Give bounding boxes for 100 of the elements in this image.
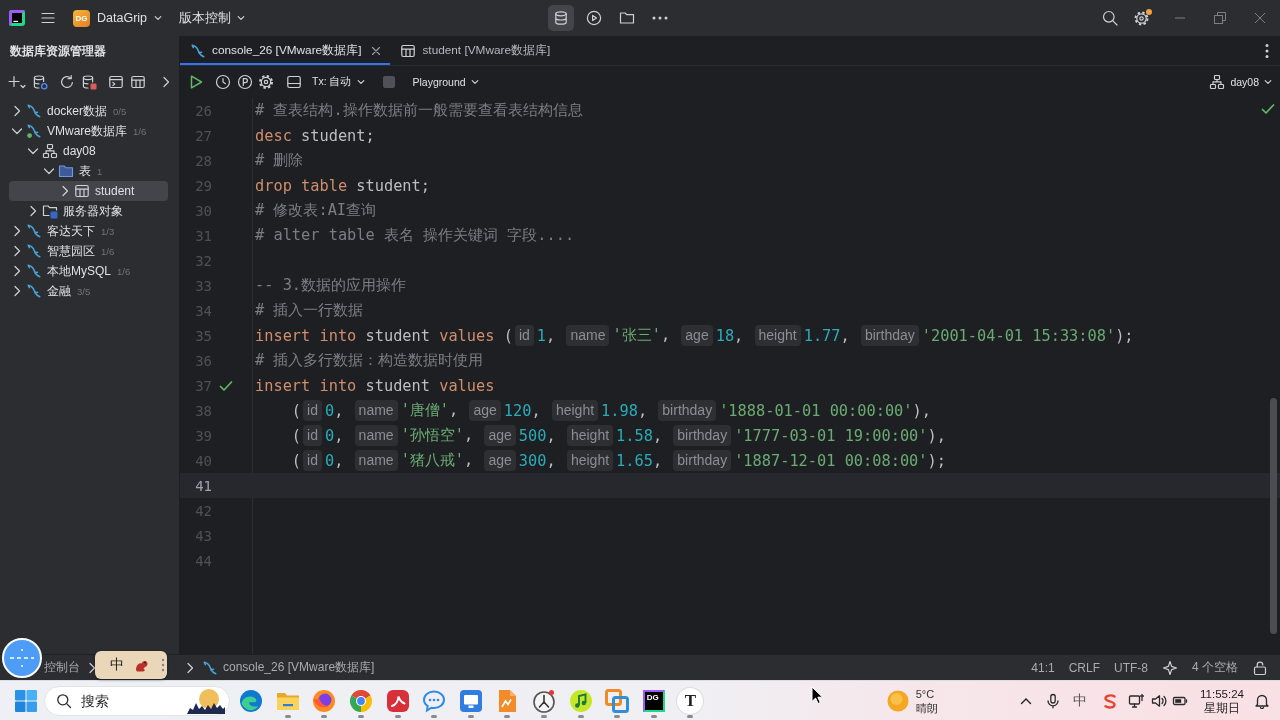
tree-item[interactable]: 金融 3/5 <box>9 281 168 301</box>
ime-mode-toggle[interactable]: 中 <box>110 656 124 674</box>
breadcrumb-item[interactable]: 控制台 <box>44 659 80 676</box>
transaction-mode-dropdown[interactable]: Tx: 自动 <box>306 71 371 93</box>
editor-tab[interactable]: console_26 [VMware数据库] <box>180 36 391 65</box>
caret-icon <box>1264 78 1272 86</box>
tree-item[interactable]: 表 1 <box>9 161 168 181</box>
tree-item[interactable]: 服务器对象 <box>9 201 168 221</box>
refresh-icon[interactable] <box>59 74 75 90</box>
caret-position[interactable]: 41:1 <box>1031 660 1055 675</box>
app-logo-icon <box>385 688 410 713</box>
close-icon[interactable] <box>371 45 382 56</box>
schema-dropdown[interactable]: day08 <box>1203 71 1278 93</box>
cursor-icon <box>811 686 823 704</box>
run-icon[interactable] <box>188 74 204 90</box>
restore-icon[interactable] <box>1212 10 1228 26</box>
code-text: ( <box>290 401 302 420</box>
folder-database-icon <box>42 203 58 219</box>
network-icon[interactable] <box>1128 692 1145 709</box>
menu-icon[interactable] <box>40 10 56 26</box>
indent-setting[interactable]: 4 个空格 <box>1192 659 1238 676</box>
breadcrumb-item[interactable]: console_26 [VMware数据库] <box>202 659 375 676</box>
project-selector[interactable]: DG DataGrip <box>73 5 163 31</box>
code-text: '1777-03-01 19:00:00'), <box>734 426 946 445</box>
code-text: 1.65, <box>616 451 664 470</box>
more-icon <box>652 16 668 20</box>
history-icon[interactable] <box>215 74 231 90</box>
settings-icon[interactable] <box>258 74 274 90</box>
vcs-menu[interactable]: 版本控制 <box>179 5 246 31</box>
line-separator[interactable]: CRLF <box>1068 660 1100 675</box>
caret-icon <box>470 78 479 86</box>
console-icon[interactable] <box>108 74 124 90</box>
schema-icon <box>42 143 58 159</box>
layout-icon[interactable] <box>286 74 302 90</box>
swoosh-icon <box>190 42 206 59</box>
code-comment: # 修改表:AI查询 <box>255 200 377 221</box>
scrollbar-thumb[interactable] <box>1270 398 1277 634</box>
database-stop-icon[interactable] <box>81 74 97 90</box>
code-text: '张三', <box>612 325 672 346</box>
tree-item[interactable]: VMware数据库 1/6 <box>9 121 168 141</box>
inlay-hint: age <box>681 325 713 346</box>
lock-icon[interactable] <box>1252 659 1268 676</box>
inlay-hint: name <box>566 325 610 346</box>
microphone-icon[interactable] <box>1045 692 1062 709</box>
bell-icon[interactable] <box>1254 692 1270 709</box>
add-icon[interactable] <box>7 74 27 90</box>
inlay-hint: age <box>484 425 516 446</box>
sparkle-icon[interactable] <box>1162 659 1178 676</box>
sogou-logo-icon[interactable] <box>1102 692 1119 709</box>
code-text: 0, <box>324 451 345 470</box>
toolbar-button[interactable] <box>548 5 574 31</box>
code-text: ( <box>290 451 302 470</box>
code-text: desc student; <box>255 126 375 145</box>
sun-icon <box>886 689 909 712</box>
code-comment: # alter table 表名 操作关键词 字段.... <box>255 225 575 246</box>
mode-dropdown[interactable]: Playground <box>406 71 485 93</box>
tree-item[interactable]: day08 <box>9 141 168 161</box>
database-settings-icon[interactable] <box>32 74 48 90</box>
code-text: '2001-04-01 15:33:08'); <box>921 326 1134 345</box>
inlay-hint: name <box>354 425 398 446</box>
tree-item[interactable]: 客达天下 1/3 <box>9 221 168 241</box>
code-text: '1887-12-01 00:08:00'); <box>734 451 946 470</box>
play-circle-icon <box>586 10 602 26</box>
code-text: 120, <box>503 401 542 420</box>
tree-item[interactable]: 智慧园区 1/6 <box>9 241 168 261</box>
inlay-hint: id <box>303 425 322 446</box>
caret-icon <box>237 14 246 22</box>
table-icon[interactable] <box>130 74 146 90</box>
windows-start-icon[interactable] <box>14 688 38 713</box>
input-mode-indicator[interactable]: 中 <box>1073 691 1088 710</box>
taskbar-app[interactable]: DG <box>635 681 673 720</box>
file-encoding[interactable]: UTF-8 <box>1114 660 1148 675</box>
editor-tab[interactable]: student [VMware数据库] <box>390 36 564 65</box>
more-vertical-icon[interactable] <box>1265 42 1269 59</box>
inlay-hint: height <box>566 450 614 471</box>
code-text: '猪八戒', <box>400 450 475 471</box>
floating-ball-icon[interactable] <box>2 638 42 678</box>
clock[interactable]: 11:55:24 星期日 <box>1200 686 1244 715</box>
project-initials: DG <box>73 9 90 27</box>
inlay-hint: height <box>551 400 599 421</box>
tree-item[interactable]: student <box>9 181 168 201</box>
code-text: 1, <box>536 326 557 345</box>
app-logo-icon <box>9 10 25 26</box>
speaker-icon[interactable] <box>1151 692 1168 709</box>
settings-icon[interactable] <box>1134 9 1152 27</box>
inlay-hint: name <box>354 450 398 471</box>
inlay-hint: birthday <box>658 400 717 421</box>
browser-logo-icon <box>312 688 337 713</box>
tree-item[interactable]: docker数据 0/5 <box>9 101 168 121</box>
music-note-icon <box>568 688 593 713</box>
inlay-hint: age <box>484 450 516 471</box>
close-icon[interactable] <box>1252 10 1268 26</box>
inlay-hint: height <box>754 325 801 346</box>
item-count: 0/5 <box>113 105 127 117</box>
tree-item[interactable]: 本地MySQL 1/6 <box>9 261 168 281</box>
code-comment: # 插入多行数据：构造数据时使用 <box>255 350 484 371</box>
circled-p-icon[interactable] <box>237 74 253 90</box>
schema-icon <box>1209 74 1226 90</box>
search-icon[interactable] <box>1102 10 1118 26</box>
line-number: 41 <box>194 477 212 494</box>
